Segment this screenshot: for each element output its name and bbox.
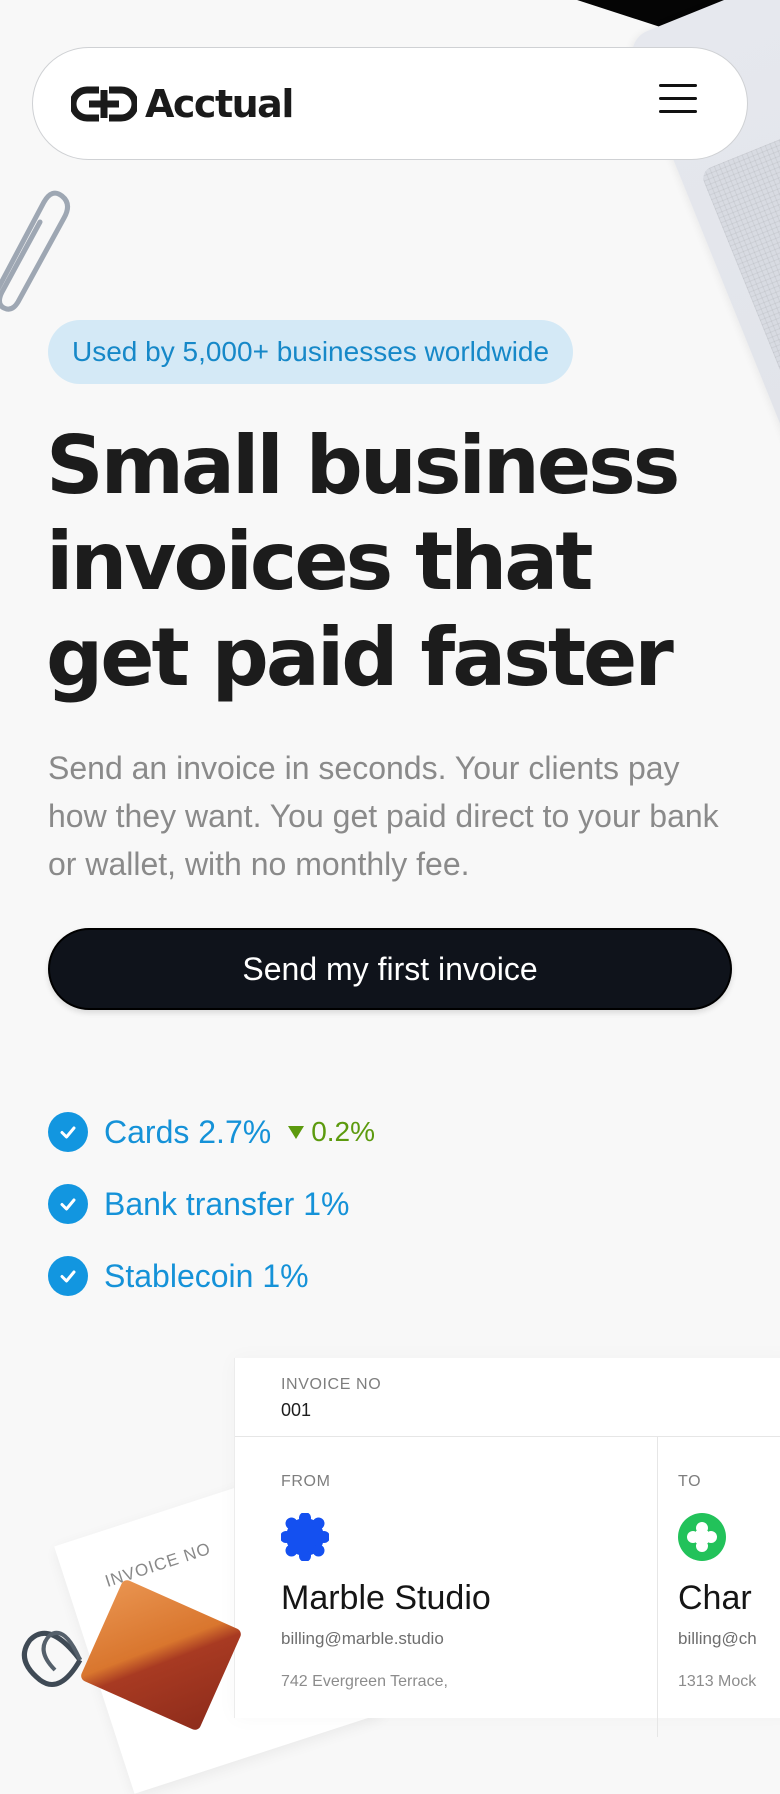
fee-reduction-indicator: 0.2%	[287, 1116, 375, 1148]
feature-label: Cards 2.7%	[104, 1113, 272, 1150]
to-label: TO	[678, 1473, 702, 1490]
from-address: 742 Evergreen Terrace,	[281, 1673, 448, 1690]
check-circle-icon	[48, 1112, 88, 1152]
hero-title-line: invoices that	[46, 515, 593, 608]
acctual-logo-icon	[71, 86, 137, 122]
from-company-name: Marble Studio	[281, 1579, 491, 1617]
invoice-preview-card: INVOICE NO 001 FROM Marble Studio billin…	[234, 1358, 780, 1737]
paperclip-decoration	[0, 190, 70, 312]
from-label: FROM	[281, 1473, 331, 1490]
feature-item-bank-transfer: Bank transfer 1%	[48, 1182, 375, 1226]
hamburger-menu-button[interactable]	[659, 84, 697, 122]
hero-title-line: Small business	[46, 419, 680, 512]
invoice-header: INVOICE NO 001	[235, 1358, 780, 1437]
feature-label: Stablecoin 1%	[104, 1257, 309, 1294]
invoice-number: 001	[281, 1400, 312, 1420]
brand-name: Acctual	[145, 82, 294, 126]
pricing-feature-list: Cards 2.7% 0.2% Bank transfer 1% Stablec…	[48, 1110, 375, 1326]
laptop-speaker-grille	[699, 130, 780, 413]
triangle-down-icon	[288, 1126, 305, 1139]
to-company-name: Char	[678, 1579, 752, 1617]
hero-title: Small business invoices that get paid fa…	[46, 418, 686, 706]
feature-item-stablecoin: Stablecoin 1%	[48, 1254, 375, 1298]
brand-logo[interactable]: Acctual	[71, 80, 294, 128]
invoice-number-label: INVOICE NO	[281, 1376, 382, 1393]
social-proof-badge: Used by 5,000+ businesses worldwide	[48, 320, 574, 384]
to-email: billing@ch	[678, 1629, 757, 1648]
check-circle-icon	[48, 1256, 88, 1296]
background-invoice-number-label: INVOICE NO	[102, 1538, 214, 1591]
to-address: 1313 Mock	[678, 1673, 757, 1690]
hamburger-menu-icon	[659, 84, 697, 87]
feature-item-cards: Cards 2.7% 0.2%	[48, 1110, 375, 1154]
hero-subtitle: Send an invoice in seconds. Your clients…	[48, 750, 719, 882]
send-first-invoice-button[interactable]: Send my first invoice	[48, 928, 732, 1010]
hero-title-line: get paid faster	[46, 611, 674, 704]
check-circle-icon	[48, 1184, 88, 1224]
site-header: Acctual	[32, 47, 748, 160]
invoice-to-section: TO Char billing@ch 1313 Mock	[658, 1437, 780, 1737]
from-email: billing@marble.studio	[281, 1629, 444, 1648]
fee-reduction-value: 0.2%	[311, 1116, 376, 1147]
invoice-from-section: FROM Marble Studio billing@marble.studio…	[235, 1437, 658, 1737]
feature-label: Bank transfer 1%	[104, 1185, 350, 1222]
binder-clip-decoration	[21, 1630, 83, 1687]
blue-flower-badge-icon	[281, 1513, 329, 1561]
green-cross-badge-icon	[678, 1513, 726, 1561]
